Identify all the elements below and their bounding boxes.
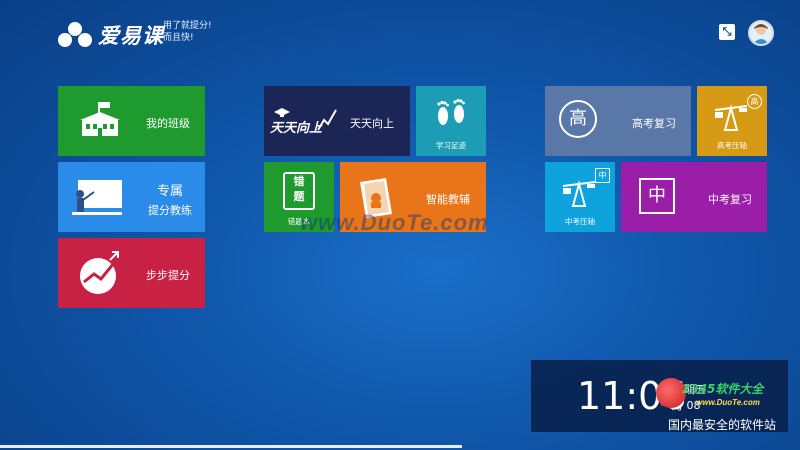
- tile-gaokao-final-label: 高考压轴: [717, 141, 747, 150]
- watermark-slogan: 国内最安全的软件站: [668, 418, 777, 432]
- tile-zhongkao-final-label: 中考压轴: [565, 217, 595, 226]
- zhongkao-badge-icon: 中: [639, 178, 675, 214]
- collapse-icon[interactable]: ⤡: [719, 24, 735, 40]
- notebook-icon-bottom: 题: [293, 190, 305, 203]
- tile-my-class-label: 我的班级: [146, 117, 190, 130]
- slogan-line2: 而且快!: [163, 33, 194, 43]
- notebook-icon-top: 错: [293, 175, 305, 188]
- tile-study-track-label: 学习足迹: [436, 141, 466, 150]
- bottom-progress-bar: [0, 445, 462, 448]
- slogan-line1: 用了就提分!: [163, 21, 212, 31]
- corner-watermark: 2345软件大全 www.DuoTe.com 国内最安全的软件站: [656, 378, 800, 436]
- notebook-icon: 错 题: [283, 172, 315, 210]
- tile-tutor-label: 专属 提分教练: [140, 180, 200, 218]
- watermark-center: www.DuoTe.com: [300, 210, 489, 235]
- app-logo: 爱易课: [58, 20, 164, 50]
- tile-step-by-step-label: 步步提分: [146, 269, 190, 282]
- footprints-icon: [437, 98, 465, 125]
- tile-daily-up-label: 天天向上: [350, 117, 394, 130]
- tile-my-class[interactable]: 我的班级: [58, 86, 205, 156]
- teacher-board-icon: [72, 180, 122, 215]
- tile-zhongkao-final[interactable]: 中 中考压轴: [545, 162, 615, 232]
- tile-gaokao-review[interactable]: 高 高考复习: [545, 86, 691, 156]
- watermark-title: 2345软件大全: [682, 382, 764, 396]
- tile-zhongkao-review[interactable]: 中 中考复习: [621, 162, 767, 232]
- tile-step-by-step[interactable]: 步步提分: [58, 238, 205, 308]
- svg-text:天天向上: 天天向上: [270, 120, 323, 136]
- watermark-url: www.DuoTe.com: [696, 398, 760, 407]
- tile-daily-up[interactable]: 天天向上 天天向上: [264, 86, 410, 156]
- school-icon: [80, 102, 120, 136]
- logo-icon: [58, 22, 92, 48]
- tile-smart-tutor-label: 智能教辅: [426, 193, 470, 206]
- tile-tutor[interactable]: 专属 提分教练: [58, 162, 205, 232]
- balance-scale-icon: [562, 180, 596, 207]
- daily-up-logo-icon: 天天向上: [270, 108, 337, 136]
- avatar[interactable]: [748, 20, 774, 46]
- tile-study-track[interactable]: 学习足迹: [416, 86, 486, 156]
- tile-tutor-line1: 专属: [156, 184, 183, 199]
- app-name: 爱易课: [98, 24, 164, 48]
- tile-tutor-line2: 提分教练: [148, 204, 192, 217]
- growth-chart-icon: [80, 251, 120, 294]
- gaokao-badge-icon: 高: [559, 100, 597, 138]
- tile-gaokao-review-label: 高考复习: [632, 117, 676, 130]
- balance-scale-icon: [714, 104, 748, 131]
- tile-zhongkao-review-label: 中考复习: [708, 193, 752, 206]
- tile-gaokao-final[interactable]: 高 高考压轴: [697, 86, 767, 156]
- slogan: 用了就提分! 而且快!: [163, 20, 212, 44]
- avatar-icon: [753, 24, 769, 44]
